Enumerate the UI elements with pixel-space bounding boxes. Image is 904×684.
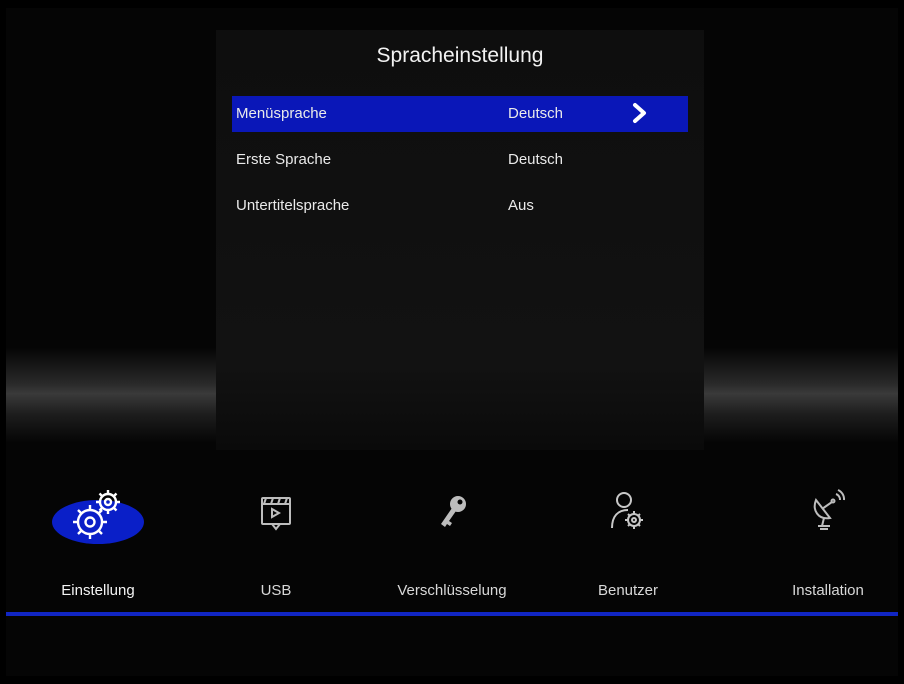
menu-item-einstellung[interactable]: Einstellung	[23, 470, 173, 600]
menu-item-label: Einstellung	[61, 582, 135, 599]
menu-language-row[interactable]: Menüsprache Deutsch	[232, 96, 688, 132]
key-icon	[441, 496, 466, 527]
menu-item-installation[interactable]: Installation	[753, 470, 898, 600]
subtitle-language-row[interactable]: Untertitelsprache Aus	[232, 188, 688, 224]
dialog-title: Spracheinstellung	[376, 44, 544, 67]
chevron-right-icon[interactable]	[630, 101, 650, 125]
user-settings-icon	[611, 492, 643, 529]
menu-accent-line	[6, 612, 898, 616]
background-band-right	[704, 348, 898, 443]
menu-item-label: Benutzer	[597, 582, 659, 599]
menu-item-label: Verschlüsselung	[397, 582, 507, 599]
language-settings-dialog: Spracheinstellung Menüsprache Deutsch Er…	[216, 30, 704, 450]
menu-item-usb[interactable]: USB	[201, 470, 351, 600]
row-value: Deutsch	[508, 105, 564, 122]
satellite-dish-icon	[813, 489, 846, 530]
row-label: Erste Sprache	[236, 151, 332, 168]
menu-item-verschluesselung[interactable]: Verschlüsselung	[377, 470, 527, 600]
background-band-left	[6, 348, 216, 443]
menu-item-label: Installation	[792, 582, 864, 599]
tv-screen: Spracheinstellung Menüsprache Deutsch Er…	[6, 8, 898, 676]
row-label: Menüsprache	[236, 105, 327, 122]
row-value: Aus	[508, 197, 534, 214]
menu-item-benutzer[interactable]: Benutzer	[553, 470, 703, 600]
menu-item-label: USB	[260, 582, 292, 599]
row-label: Untertitelsprache	[236, 197, 350, 214]
gears-icon	[73, 490, 120, 539]
usb-media-icon	[261, 497, 291, 531]
row-value: Deutsch	[508, 151, 564, 168]
first-language-row[interactable]: Erste Sprache Deutsch	[232, 142, 688, 178]
